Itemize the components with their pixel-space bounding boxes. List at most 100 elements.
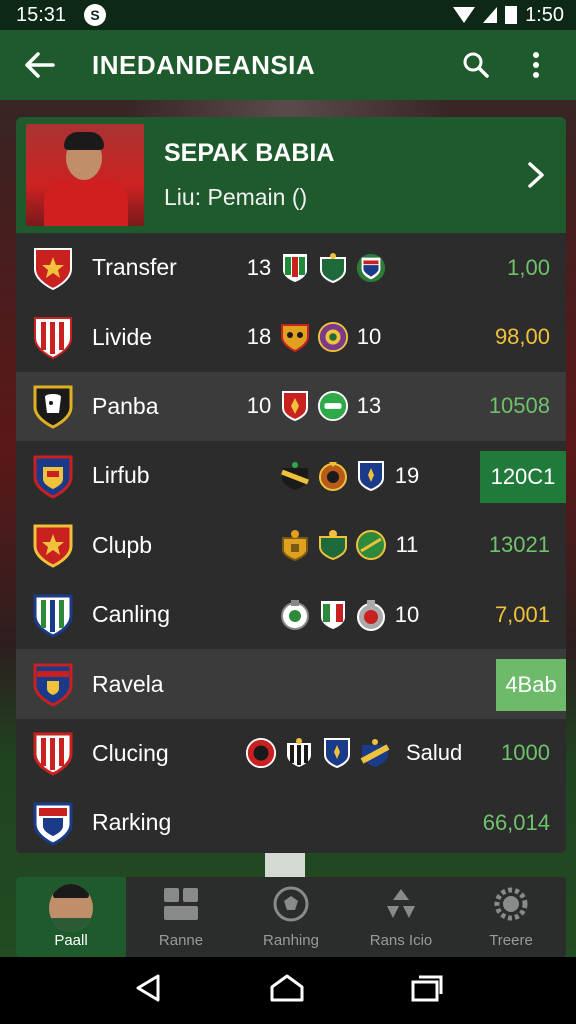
search-icon[interactable]	[456, 45, 496, 85]
badge-icon	[355, 528, 387, 562]
row-value-highlight: 4Bab	[496, 659, 566, 712]
status-time-left: 15:31	[16, 3, 67, 26]
row-number: 11	[395, 532, 419, 558]
team-row[interactable]: Rarking 66,014	[16, 788, 566, 853]
wifi-icon	[453, 7, 476, 23]
team-row[interactable]: Clupb 11 13021	[16, 510, 566, 580]
nav-item-treere[interactable]: Treere	[456, 877, 566, 957]
team-crest-icon	[30, 313, 76, 361]
nav-label: Ranhing	[263, 932, 319, 949]
team-crest-icon	[30, 521, 76, 569]
team-name: Canling	[92, 601, 170, 628]
badge-icon	[317, 459, 349, 493]
badge-icon	[279, 459, 311, 493]
team-name: Clucing	[92, 739, 169, 766]
row-number: 10	[246, 393, 272, 419]
avatar	[49, 884, 93, 932]
row-value: 1000	[501, 740, 550, 766]
badge-icon	[355, 459, 387, 493]
team-crest-icon	[30, 382, 76, 430]
row-value: 98,00	[494, 324, 550, 350]
badge-icon	[359, 736, 391, 770]
badge-icon	[355, 598, 387, 632]
team-crest-icon	[30, 729, 76, 777]
badge-icon	[245, 736, 277, 770]
badge-icon	[279, 389, 311, 423]
team-name: Lirfub	[92, 462, 150, 489]
bottom-navigation: Paall Ranne Ranhing Rans Icio Treere	[16, 877, 566, 957]
system-recents-icon[interactable]	[411, 974, 443, 1007]
team-name: Livide	[92, 323, 153, 350]
team-row[interactable]: Canling 10 7,001	[16, 579, 566, 650]
status-time-right: 1:50	[525, 3, 564, 26]
team-row[interactable]: Panba 10 13 10508	[16, 371, 566, 442]
row-number: 18	[246, 324, 272, 350]
row-number: 10	[356, 324, 382, 350]
badge-icon	[321, 736, 353, 770]
system-back-icon[interactable]	[133, 973, 163, 1008]
row-value: 66,014	[482, 809, 550, 835]
row-number: 19	[394, 462, 420, 488]
app-notification-icon: S	[84, 4, 107, 26]
signal-icon	[483, 7, 498, 23]
team-row[interactable]: Ravela 4Bab	[16, 649, 566, 719]
back-arrow-icon[interactable]	[20, 45, 60, 85]
team-name: Clupb	[92, 531, 153, 558]
card-header[interactable]: SEPAK BABIA Liu: Pemain ()	[16, 117, 566, 233]
badge-icon	[279, 320, 311, 354]
soccer-ball-icon	[269, 884, 313, 924]
row-value: 7,001	[494, 601, 550, 627]
badge-icon	[279, 251, 311, 285]
recycle-icon	[379, 884, 423, 924]
gear-icon	[489, 884, 533, 924]
team-row[interactable]: Lirfub 19 120C1	[16, 441, 566, 511]
nav-item-paall[interactable]: Paall	[16, 877, 126, 957]
row-value: 10508	[488, 393, 550, 419]
team-row[interactable]: Livide 18 10 98,00	[16, 302, 566, 372]
battery-icon	[505, 6, 518, 24]
team-row[interactable]: Transfer 13 1,00	[16, 233, 566, 303]
team-crest-icon	[30, 660, 76, 708]
row-value: 1,00	[507, 254, 550, 280]
badge-icon	[317, 389, 349, 423]
system-home-icon[interactable]	[269, 973, 305, 1008]
header-title: SEPAK BABIA	[164, 139, 335, 167]
badge-icon	[317, 528, 349, 562]
team-name: Ravela	[92, 670, 164, 697]
team-name: Rarking	[92, 809, 172, 836]
chevron-right-icon[interactable]	[516, 155, 556, 195]
row-number: 10	[394, 601, 420, 627]
row-value-highlight: 120C1	[480, 451, 566, 504]
system-navigation-bar	[0, 957, 576, 1024]
header-subtitle: Liu: Pemain ()	[164, 184, 308, 210]
more-vert-icon[interactable]	[516, 45, 556, 85]
team-name: Transfer	[92, 254, 177, 281]
row-number: 13	[246, 254, 272, 280]
badge-icon	[317, 320, 349, 354]
row-number: 13	[356, 393, 382, 419]
team-crest-icon	[30, 452, 76, 500]
row-extra-label: Salud	[406, 740, 463, 766]
badge-icon	[283, 736, 315, 770]
team-name: Panba	[92, 392, 159, 419]
app-title: INEDANDEANSIA	[92, 49, 316, 80]
badge-icon	[355, 251, 387, 285]
row-value: 13021	[488, 532, 550, 558]
badge-icon	[317, 251, 349, 285]
team-list-card: SEPAK BABIA Liu: Pemain () Transfer 13 1…	[16, 117, 566, 853]
app-bar: INEDANDEANSIA	[0, 30, 576, 100]
team-crest-icon	[30, 591, 76, 639]
team-crest-icon	[30, 244, 76, 292]
nav-label: Ranne	[158, 932, 204, 949]
badge-icon	[279, 598, 311, 632]
team-crest-icon	[30, 799, 76, 847]
nav-item-rans-icio[interactable]: Rans Icio	[346, 877, 456, 957]
grid-icon	[159, 884, 203, 924]
player-photo	[26, 124, 144, 226]
nav-label: Rans Icio	[369, 932, 433, 949]
status-bar: 15:31 S 1:50	[0, 0, 576, 30]
badge-icon	[317, 598, 349, 632]
nav-item-ranne[interactable]: Ranne	[126, 877, 236, 957]
nav-item-ranhing[interactable]: Ranhing	[236, 877, 346, 957]
team-row[interactable]: Clucing Salud 1000	[16, 718, 566, 789]
